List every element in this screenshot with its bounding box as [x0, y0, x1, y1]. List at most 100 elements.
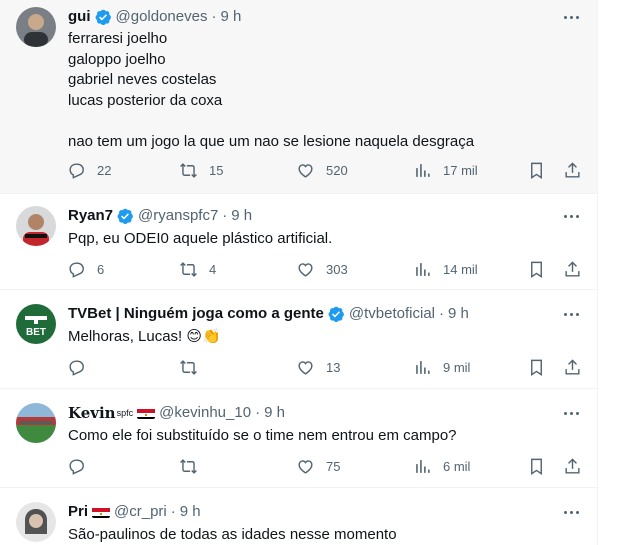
retweet-button[interactable] [179, 358, 209, 377]
handle[interactable]: @cr_pri [114, 502, 167, 522]
timestamp[interactable]: 9 h [220, 7, 241, 27]
reply-icon [69, 163, 84, 179]
tweet-header: Pri @cr_pri · 9 h [68, 502, 201, 522]
reply-button[interactable]: 22 [67, 161, 111, 180]
share-button[interactable] [563, 260, 582, 279]
share-button[interactable] [563, 457, 582, 476]
views-button[interactable]: 6 mil [413, 457, 470, 476]
avatar[interactable] [16, 7, 56, 47]
tweet-header: Ryan7 @ryanspfc7 · 9 h [68, 206, 252, 226]
view-count: 17 mil [443, 163, 478, 178]
tweet-header: gui @goldoneves · 9 h [68, 7, 241, 27]
avatar[interactable] [16, 206, 56, 246]
retweet-button[interactable]: 4 [179, 260, 216, 279]
action-bar: 22 15 520 17 mil [60, 161, 590, 183]
retweet-button[interactable]: 15 [179, 161, 223, 180]
share-icon [565, 359, 580, 375]
retweet-button[interactable] [179, 457, 209, 476]
retweet-icon [180, 163, 197, 178]
display-name[interactable]: TVBet | Ninguém joga como a gente [68, 304, 324, 324]
separator: · [222, 207, 228, 224]
reply-icon [69, 459, 84, 475]
tweet[interactable]: Pri @cr_pri · 9 h São-paulinos de todas … [0, 488, 597, 545]
tweet[interactable]: gui @goldoneves · 9 h ferraresi joelho g… [0, 0, 597, 194]
views-button[interactable]: 14 mil [413, 260, 478, 279]
views-button[interactable]: 9 mil [413, 358, 470, 377]
analytics-icon [416, 164, 430, 177]
retweet-icon [180, 360, 197, 375]
display-name[interactable]: Ryan7 [68, 206, 113, 226]
avatar[interactable] [16, 403, 56, 443]
timestamp[interactable]: 9 h [448, 304, 469, 324]
handle[interactable]: @goldoneves [116, 7, 208, 27]
timestamp[interactable]: 9 h [231, 206, 252, 226]
timestamp[interactable]: 9 h [264, 403, 285, 423]
action-bar: 75 6 mil [60, 457, 590, 479]
bookmark-button[interactable] [527, 358, 546, 377]
tweet-text: Melhoras, Lucas! 😊👏 [68, 328, 221, 345]
views-button[interactable]: 17 mil [413, 161, 478, 180]
avatar-logo-text: BET [26, 327, 46, 338]
bookmark-icon [531, 261, 542, 278]
avatar[interactable] [16, 502, 56, 542]
tweet[interactable]: Ryan7 @ryanspfc7 · 9 h Pqp, eu ODEI0 aqu… [0, 194, 597, 290]
handle[interactable]: @tvbetoficial [349, 304, 435, 324]
bookmark-icon [531, 458, 542, 475]
tweet-text: ferraresi joelho galoppo joelho gabriel … [68, 30, 475, 150]
reply-button[interactable] [67, 358, 97, 377]
like-count: 303 [326, 262, 348, 277]
share-icon [565, 458, 580, 474]
analytics-icon [416, 361, 430, 374]
action-bar: 6 4 303 14 mil [60, 260, 590, 282]
display-name[interactable]: Kevin [68, 403, 116, 423]
reply-count: 6 [97, 262, 105, 277]
bookmark-button[interactable] [527, 457, 546, 476]
handle[interactable]: @kevinhu_10 [159, 403, 251, 423]
heart-icon [298, 263, 313, 277]
separator: · [439, 305, 445, 322]
avatar[interactable]: BET [16, 304, 56, 344]
share-button[interactable] [563, 161, 582, 180]
flag-icon [137, 407, 156, 419]
view-count: 14 mil [443, 262, 478, 277]
retweet-count: 4 [209, 262, 217, 277]
tweet-text: Pqp, eu ODEI0 aquele plástico artificial… [68, 230, 333, 247]
column-border [597, 0, 598, 545]
more-options-icon[interactable] [557, 403, 585, 423]
tweet-header: TVBet | Ninguém joga como a gente @tvbet… [68, 304, 469, 324]
verified-badge-icon [328, 306, 344, 323]
tweet[interactable]: Kevin spfc @kevinhu_10 · 9 h Como ele fo… [0, 389, 597, 488]
bookmark-button[interactable] [527, 260, 546, 279]
retweet-count: 15 [209, 163, 224, 178]
heart-icon [298, 361, 313, 375]
handle[interactable]: @ryanspfc7 [138, 206, 218, 226]
tweet-header: Kevin spfc @kevinhu_10 · 9 h [68, 403, 285, 423]
like-button[interactable]: 75 [296, 457, 340, 476]
bookmark-button[interactable] [527, 161, 546, 180]
heart-icon [298, 164, 313, 178]
action-bar: 13 9 mil [60, 358, 590, 380]
separator: · [211, 8, 217, 25]
verified-badge-icon [117, 208, 133, 225]
timestamp[interactable]: 9 h [180, 502, 201, 522]
more-options-icon[interactable] [557, 7, 585, 27]
retweet-icon [180, 262, 197, 277]
display-name-suffix: spfc [116, 408, 134, 418]
separator: · [170, 503, 176, 520]
like-button[interactable]: 13 [296, 358, 340, 377]
tweet-text: São-paulinos de todas as idades nesse mo… [68, 526, 397, 543]
analytics-icon [416, 460, 430, 473]
reply-button[interactable]: 6 [67, 260, 104, 279]
analytics-icon [416, 263, 430, 276]
more-options-icon[interactable] [557, 502, 585, 522]
tweet[interactable]: BET TVBet | Ninguém joga como a gente @t… [0, 290, 597, 389]
display-name[interactable]: gui [68, 7, 91, 27]
like-button[interactable]: 303 [296, 260, 348, 279]
more-options-icon[interactable] [557, 206, 585, 226]
reply-button[interactable] [67, 457, 97, 476]
like-button[interactable]: 520 [296, 161, 348, 180]
more-options-icon[interactable] [557, 304, 585, 324]
share-button[interactable] [563, 358, 582, 377]
display-name[interactable]: Pri [68, 502, 88, 522]
share-icon [565, 162, 580, 178]
